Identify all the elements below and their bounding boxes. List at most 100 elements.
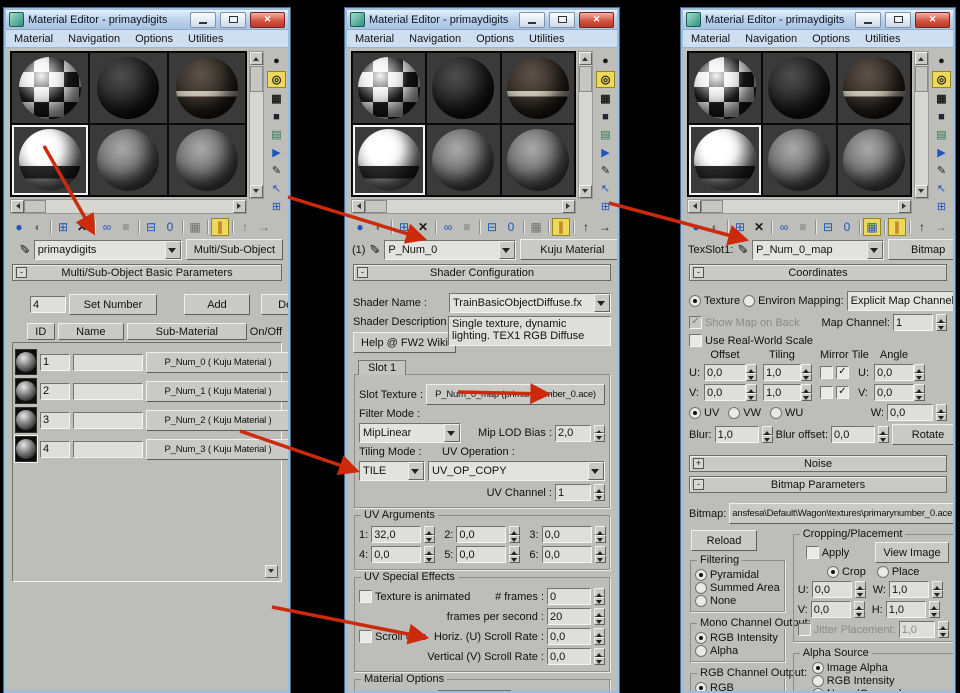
- scroll-uvs-checkbox[interactable]: [359, 630, 372, 643]
- v-tile-checkbox[interactable]: [836, 386, 849, 399]
- v-tiling-field[interactable]: 1,0: [763, 384, 801, 401]
- filter-mode-dropdown[interactable]: MipLinear: [359, 423, 461, 443]
- menu-material[interactable]: Material: [691, 33, 730, 45]
- material-map-navigator-icon[interactable]: ⊞: [268, 199, 285, 214]
- material-map-navigator-icon[interactable]: ⊞: [597, 199, 614, 214]
- u-angle-field[interactable]: 0,0: [874, 364, 914, 381]
- sub-material-button[interactable]: P_Num_2 ( Kuju Material ): [146, 410, 288, 431]
- help-wiki-button[interactable]: Help @ FW2 Wiki: [353, 332, 456, 353]
- material-count-field[interactable]: 4: [30, 296, 66, 313]
- blur-spinner[interactable]: [762, 426, 773, 443]
- sample-uv-tiling-icon[interactable]: ■: [597, 109, 614, 124]
- close-button[interactable]: [915, 12, 950, 28]
- scroll-up-arrow[interactable]: [579, 52, 592, 65]
- vscroll-thumb[interactable]: [579, 66, 592, 92]
- hscroll-thumb[interactable]: [24, 200, 46, 213]
- backlight-icon[interactable]: ◎: [596, 71, 615, 88]
- rollout-noise[interactable]: + Noise: [689, 455, 947, 472]
- sample-slot-dark[interactable]: [89, 52, 167, 124]
- scroll-down-arrow[interactable]: [579, 185, 592, 198]
- titlebar[interactable]: Material Editor - primaydigits: [347, 10, 617, 30]
- sample-type-icon[interactable]: ●: [597, 53, 614, 68]
- background-icon[interactable]: ▦: [268, 91, 285, 106]
- palette-hscrollbar[interactable]: [687, 199, 912, 214]
- backlight-icon[interactable]: ◎: [267, 71, 286, 88]
- crop-v-spinner[interactable]: [854, 601, 865, 618]
- sample-slot-checker[interactable]: [688, 52, 762, 124]
- assign-material-icon[interactable]: ⊞: [54, 218, 72, 236]
- uv-channel-field[interactable]: 1: [555, 484, 591, 501]
- go-to-parent-icon[interactable]: ↑: [236, 218, 254, 236]
- delete-button[interactable]: Delete: [261, 294, 288, 315]
- sample-slot-gray1[interactable]: [426, 124, 500, 196]
- shader-name-dropdown[interactable]: TrainBasicObjectDiffuse.fx: [449, 293, 611, 313]
- sample-slot-dark[interactable]: [762, 52, 836, 124]
- pick-material-eyedropper-icon[interactable]: ✐: [737, 242, 748, 258]
- scroll-up-arrow[interactable]: [915, 52, 928, 65]
- h-scroll-rate-spinner[interactable]: [594, 628, 605, 645]
- get-material-icon[interactable]: ●: [10, 218, 28, 236]
- id-field[interactable]: 1: [40, 354, 70, 371]
- rollout-bitmap-parameters[interactable]: - Bitmap Parameters: [689, 476, 947, 493]
- v-mirror-checkbox[interactable]: [820, 386, 833, 399]
- uv-arg-field[interactable]: 0,0: [456, 546, 506, 563]
- uv-arg-field[interactable]: 0,0: [371, 546, 421, 563]
- mono-alpha-radio[interactable]: [695, 645, 707, 657]
- apply-checkbox[interactable]: [806, 546, 819, 559]
- name-field[interactable]: [73, 412, 143, 429]
- sample-type-icon[interactable]: ●: [268, 53, 285, 68]
- make-unique-icon[interactable]: ≡: [458, 218, 476, 236]
- rgb-intensity-radio[interactable]: [695, 632, 707, 644]
- u-mirror-checkbox[interactable]: [820, 366, 833, 379]
- id-field[interactable]: 3: [40, 412, 70, 429]
- w-angle-spinner[interactable]: [936, 404, 947, 421]
- fps-field[interactable]: 20: [547, 608, 591, 625]
- column-header-sub-material[interactable]: Sub-Material: [127, 323, 247, 340]
- v-angle-spinner[interactable]: [914, 384, 925, 401]
- go-to-parent-icon[interactable]: ↑: [577, 218, 595, 236]
- u-offset-field[interactable]: 0,0: [704, 364, 746, 381]
- jitter-placement-field[interactable]: 1,0: [899, 621, 935, 638]
- sample-slot-banded[interactable]: [168, 52, 246, 124]
- chevron-down-icon[interactable]: [588, 462, 604, 480]
- go-forward-to-sibling-icon[interactable]: →: [596, 218, 614, 236]
- filter-none-radio[interactable]: [695, 595, 707, 607]
- palette-hscrollbar[interactable]: [10, 199, 247, 214]
- close-button[interactable]: [250, 12, 285, 28]
- map-name-dropdown[interactable]: P_Num_0_map: [752, 240, 884, 260]
- put-material-to-scene-icon[interactable]: ◐: [370, 218, 388, 236]
- menu-utilities[interactable]: Utilities: [529, 33, 564, 45]
- blur-field[interactable]: 1,0: [715, 426, 759, 443]
- uv-arg-spinner[interactable]: [424, 546, 435, 563]
- show-end-result-icon[interactable]: ∥: [552, 218, 570, 236]
- select-by-material-icon[interactable]: ↖: [597, 181, 614, 196]
- make-preview-icon[interactable]: ▶: [268, 145, 285, 160]
- palette-vscrollbar[interactable]: [914, 51, 929, 199]
- uv-arg-field[interactable]: 32,0: [371, 526, 421, 543]
- restore-button[interactable]: [549, 12, 575, 28]
- assign-material-icon[interactable]: ⊞: [395, 218, 413, 236]
- num-frames-field[interactable]: 0: [547, 588, 591, 605]
- view-image-button[interactable]: View Image: [875, 542, 948, 563]
- sample-slot-gray2[interactable]: [501, 124, 575, 196]
- u-tiling-spinner[interactable]: [801, 364, 812, 381]
- menu-options[interactable]: Options: [476, 33, 514, 45]
- sub-material-button[interactable]: P_Num_1 ( Kuju Material ): [146, 381, 288, 402]
- video-color-check-icon[interactable]: ▤: [268, 127, 285, 142]
- tiling-mode-dropdown[interactable]: TILE: [359, 461, 425, 481]
- pick-material-eyedropper-icon[interactable]: ✐: [19, 242, 30, 258]
- v-tiling-spinner[interactable]: [801, 384, 812, 401]
- blur-offset-spinner[interactable]: [878, 426, 889, 443]
- menu-navigation[interactable]: Navigation: [409, 33, 461, 45]
- place-radio[interactable]: [877, 566, 889, 578]
- crop-w-field[interactable]: 1,0: [889, 581, 929, 598]
- column-header-name[interactable]: Name: [58, 323, 124, 340]
- menu-options[interactable]: Options: [812, 33, 850, 45]
- real-world-scale-checkbox[interactable]: [689, 334, 702, 347]
- material-name-dropdown[interactable]: primaydigits: [34, 240, 182, 260]
- menu-utilities[interactable]: Utilities: [188, 33, 223, 45]
- put-to-library-icon[interactable]: ⊟: [819, 218, 837, 236]
- crop-v-field[interactable]: 0,0: [811, 601, 851, 618]
- uv-arg-spinner[interactable]: [509, 546, 520, 563]
- uv-arg-field[interactable]: 0,0: [542, 546, 592, 563]
